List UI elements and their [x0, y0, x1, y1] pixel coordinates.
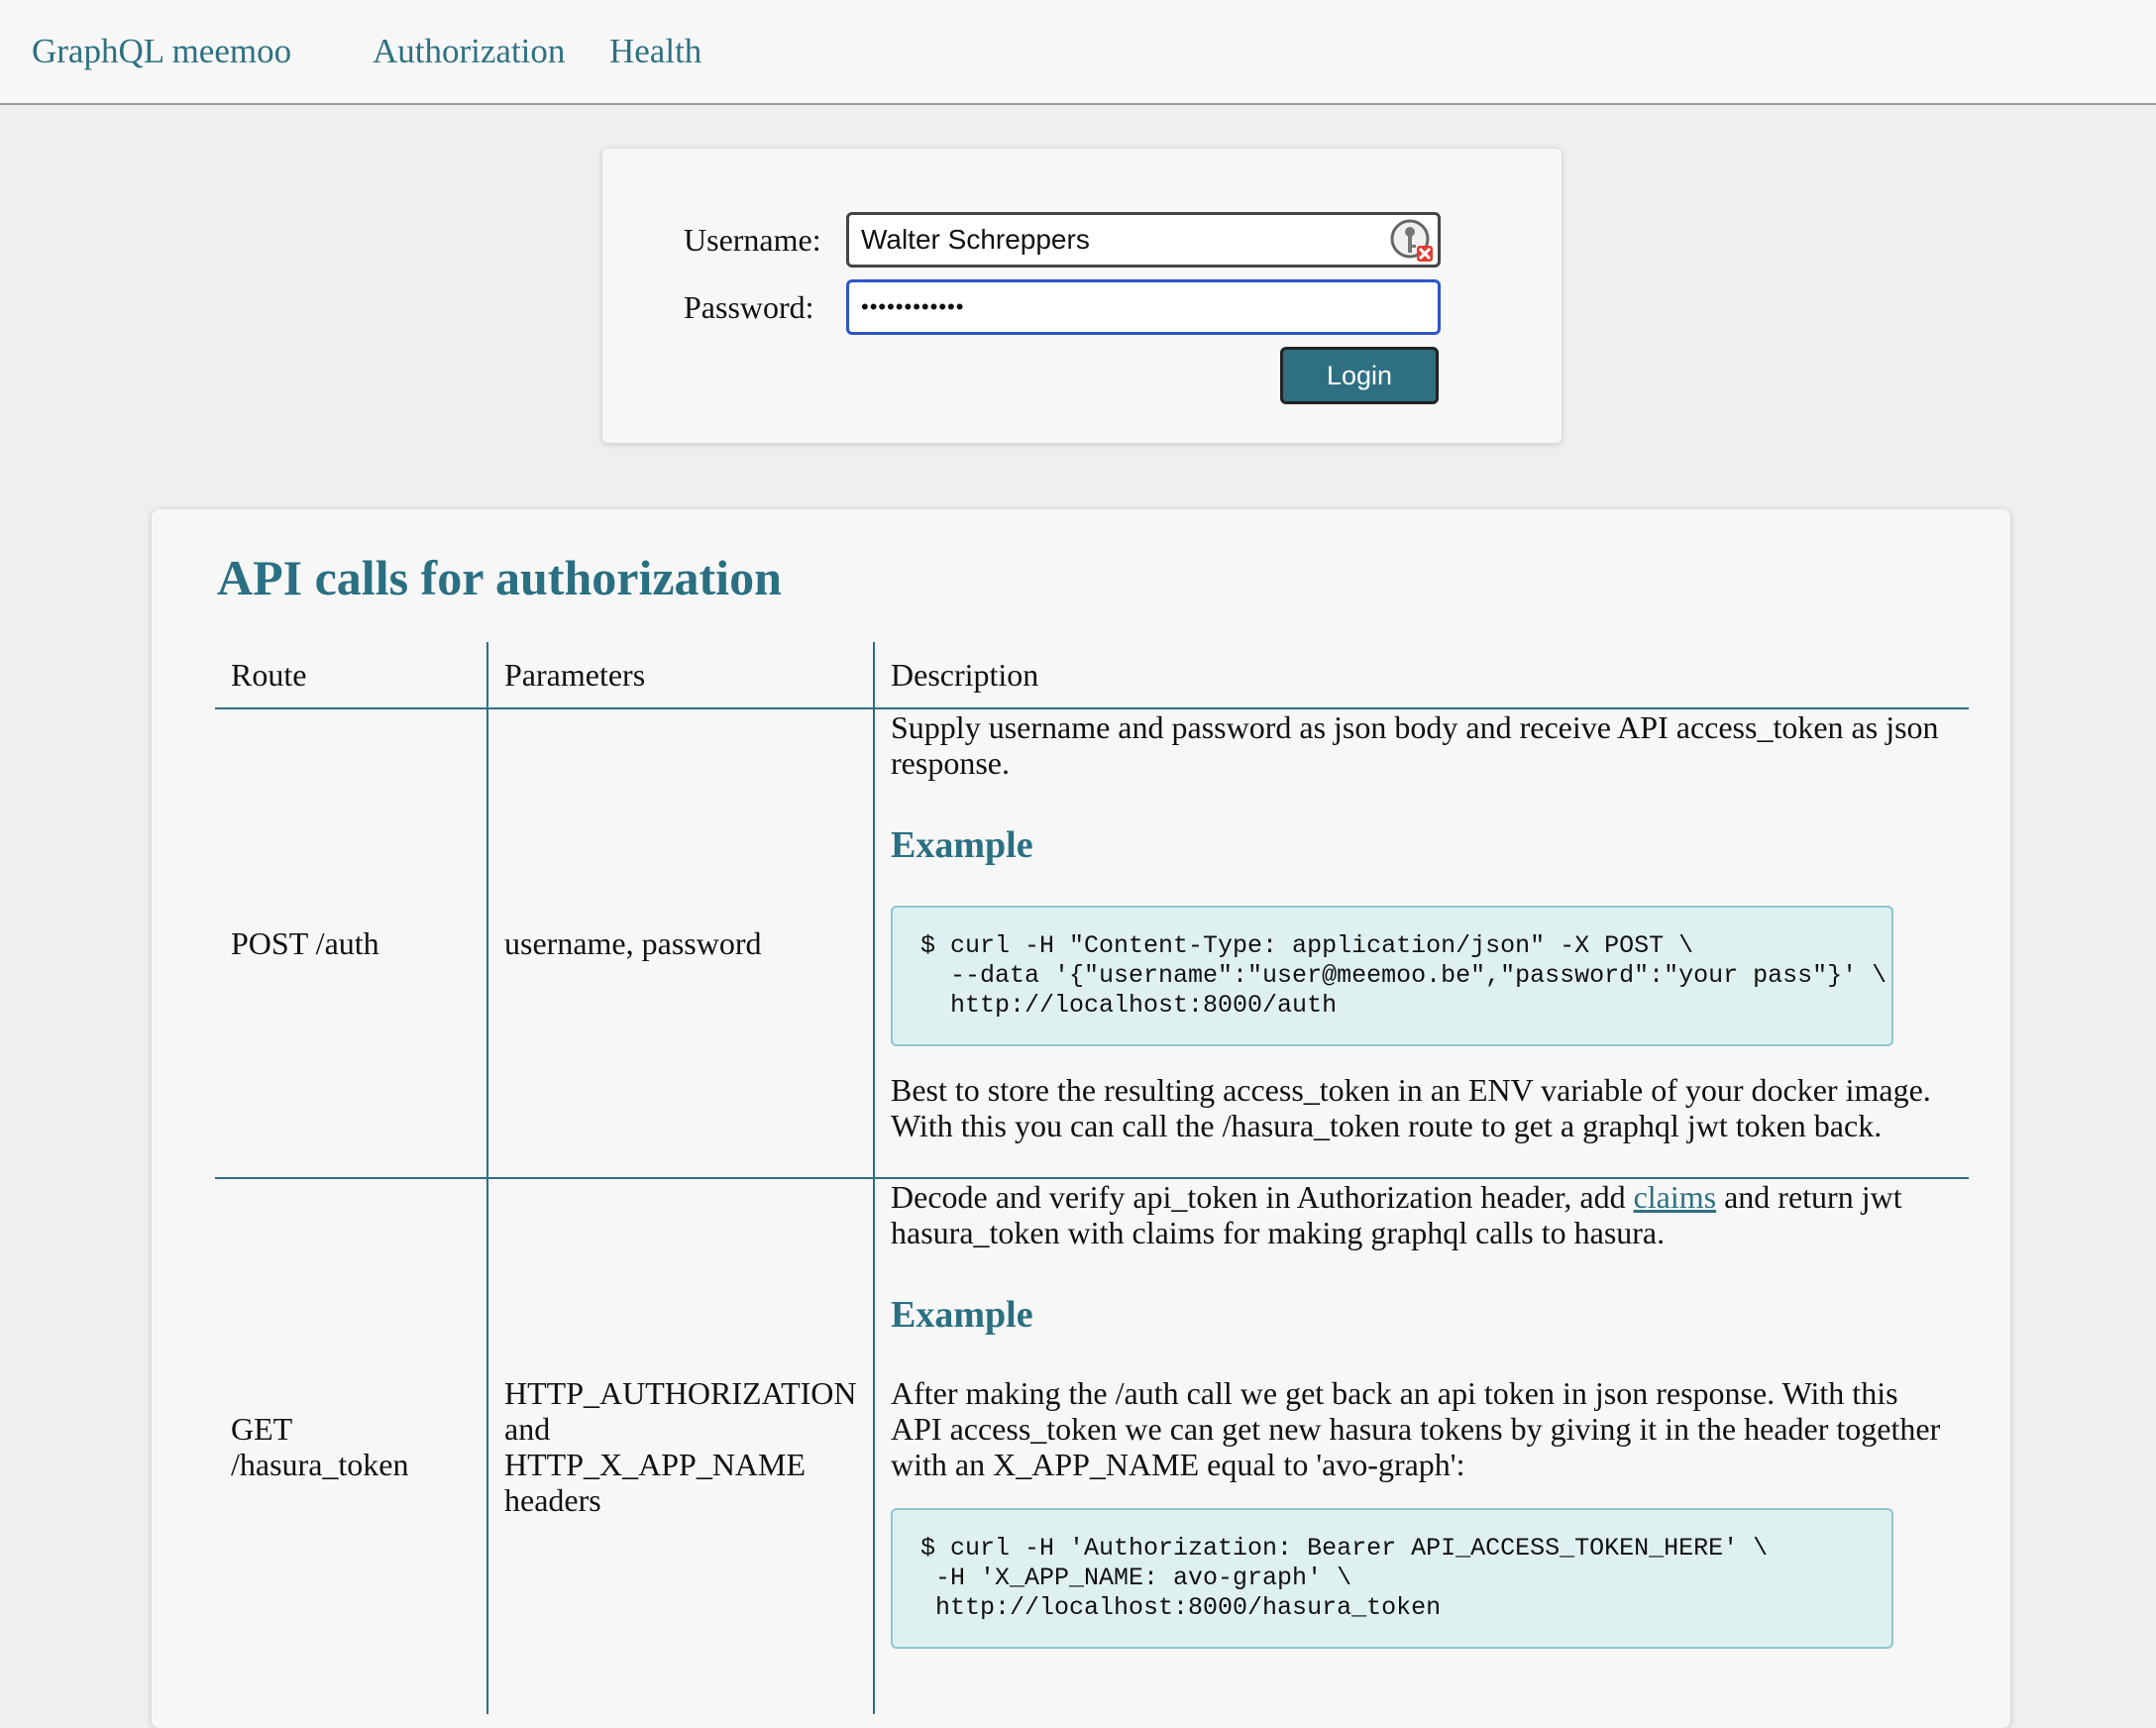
- top-navbar: GraphQL meemoo Authorization Health: [0, 0, 2156, 105]
- username-field[interactable]: [846, 212, 1441, 268]
- parameter-line: headers: [504, 1482, 601, 1518]
- description-cell: Decode and verify api_token in Authoriza…: [873, 1178, 1969, 1714]
- code-example: $ curl -H "Content-Type: application/jso…: [891, 906, 1893, 1046]
- login-form: Username: Password: Login: [602, 149, 1562, 443]
- api-routes-table: Route Parameters Description POST /auth …: [215, 642, 1969, 1714]
- example-heading: Example: [891, 824, 1033, 866]
- password-field[interactable]: [846, 279, 1441, 335]
- column-header-parameters: Parameters: [486, 642, 874, 709]
- route-method: GET: [231, 1411, 293, 1447]
- parameter-line: and: [504, 1411, 551, 1447]
- route-cell: POST /auth: [215, 708, 487, 1179]
- table-header-row: Route Parameters Description: [215, 642, 1969, 709]
- parameters-cell: HTTP_AUTHORIZATION and HTTP_X_APP_NAME h…: [486, 1178, 874, 1714]
- route-cell: GET /hasura_token: [215, 1178, 487, 1714]
- password-label: Password:: [684, 289, 814, 325]
- column-header-description: Description: [873, 642, 1969, 709]
- route-path: /hasura_token: [231, 1447, 409, 1482]
- description-intro: Decode and verify api_token in Authoriza…: [891, 1179, 1953, 1250]
- claims-link[interactable]: claims: [1634, 1179, 1717, 1215]
- nav-link-health[interactable]: Health: [609, 30, 701, 73]
- description-intro: Supply username and password as json bod…: [891, 709, 1939, 781]
- parameter-line: HTTP_AUTHORIZATION: [504, 1375, 857, 1411]
- login-button[interactable]: Login: [1280, 347, 1439, 404]
- api-section-title: API calls for authorization: [217, 550, 782, 605]
- parameters-cell: username, password: [486, 708, 874, 1179]
- code-example: $ curl -H 'Authorization: Bearer API_ACC…: [891, 1508, 1893, 1649]
- example-heading: Example: [891, 1294, 1033, 1336]
- description-text: Decode and verify api_token in Authoriza…: [891, 1179, 1634, 1215]
- parameter-line: HTTP_X_APP_NAME: [504, 1447, 807, 1482]
- table-row: POST /auth username, password Supply use…: [215, 708, 1969, 1179]
- nav-link-authorization[interactable]: Authorization: [373, 30, 565, 73]
- table-row: GET /hasura_token HTTP_AUTHORIZATION and…: [215, 1178, 1969, 1714]
- column-header-route: Route: [215, 642, 487, 709]
- api-docs-card: API calls for authorization Route Parame…: [152, 509, 2010, 1728]
- password-manager-key-icon[interactable]: [1389, 218, 1435, 264]
- example-intro: After making the /auth call we get back …: [891, 1375, 1941, 1482]
- description-cell: Supply username and password as json bod…: [873, 708, 1969, 1179]
- description-note: Best to store the resulting access_token…: [891, 1072, 1931, 1143]
- username-label: Username:: [684, 222, 821, 258]
- brand-link[interactable]: GraphQL meemoo: [32, 30, 291, 73]
